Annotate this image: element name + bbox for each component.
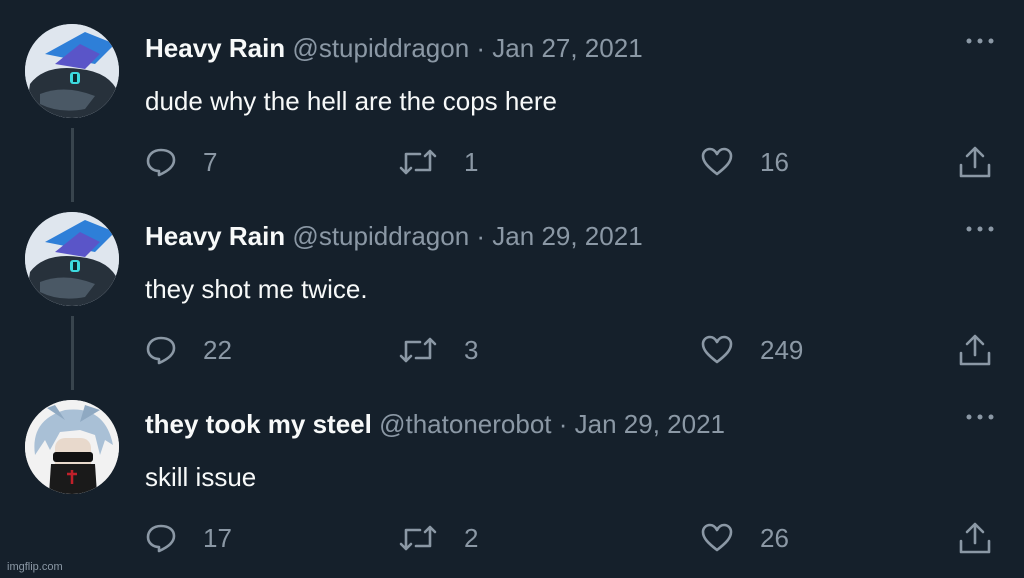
share-icon — [959, 146, 991, 178]
display-name[interactable]: they took my steel — [145, 409, 372, 439]
reply-count: 17 — [203, 523, 232, 553]
reply-icon — [146, 148, 176, 177]
action-bar: 17 2 26 — [0, 518, 1024, 558]
retweet-icon — [399, 525, 437, 551]
reply-button[interactable]: 17 — [145, 518, 232, 558]
more-icon[interactable] — [964, 34, 996, 48]
retweet-count: 2 — [464, 523, 479, 553]
user-handle[interactable]: @thatonerobot — [379, 409, 551, 439]
like-icon — [701, 523, 733, 552]
like-button[interactable]: 26 — [700, 518, 789, 558]
retweet-button[interactable]: 3 — [398, 330, 478, 370]
retweet-count: 3 — [464, 335, 479, 365]
like-icon — [701, 335, 733, 364]
separator-dot: · — [476, 33, 486, 63]
avatar[interactable] — [25, 24, 119, 118]
tweet-text: they shot me twice. — [145, 274, 368, 304]
action-bar: 7 1 16 — [0, 142, 1024, 182]
retweet-icon — [399, 337, 437, 363]
like-count: 16 — [760, 147, 789, 177]
reply-count: 7 — [203, 147, 218, 177]
share-button[interactable] — [957, 142, 993, 182]
tweet-text: skill issue — [145, 462, 257, 492]
masked-character-avatar-icon — [25, 400, 119, 494]
retweet-button[interactable]: 2 — [398, 518, 478, 558]
share-icon — [959, 522, 991, 554]
tweet-header: they took my steel @thatonerobot · Jan 2… — [145, 406, 725, 442]
reply-button[interactable]: 7 — [145, 142, 217, 182]
watermark: imgflip.com — [7, 561, 63, 573]
more-icon[interactable] — [964, 410, 996, 424]
user-handle[interactable]: @stupiddragon — [292, 33, 469, 63]
separator-dot: · — [558, 409, 568, 439]
separator-dot: · — [476, 221, 486, 251]
display-name[interactable]: Heavy Rain — [145, 33, 285, 63]
tweet-date[interactable]: Jan 29, 2021 — [492, 221, 642, 251]
tweet-header: Heavy Rain @stupiddragon · Jan 29, 2021 — [145, 218, 643, 254]
reply-button[interactable]: 22 — [145, 330, 232, 370]
like-icon — [701, 147, 733, 176]
reply-icon — [146, 524, 176, 553]
avatar[interactable] — [25, 212, 119, 306]
retweet-button[interactable]: 1 — [398, 142, 478, 182]
like-button[interactable]: 16 — [700, 142, 789, 182]
like-button[interactable]: 249 — [700, 330, 803, 370]
action-bar: 22 3 249 — [0, 330, 1024, 370]
share-button[interactable] — [957, 330, 993, 370]
retweet-icon — [399, 149, 437, 175]
share-icon — [959, 334, 991, 366]
tweet[interactable]: Heavy Rain @stupiddragon · Jan 27, 2021 … — [0, 0, 1024, 202]
reply-icon — [146, 336, 176, 365]
tweet-date[interactable]: Jan 27, 2021 — [492, 33, 642, 63]
avatar[interactable] — [25, 400, 119, 494]
share-button[interactable] — [957, 518, 993, 558]
reply-count: 22 — [203, 335, 232, 365]
like-count: 249 — [760, 335, 804, 365]
tweet[interactable]: Heavy Rain @stupiddragon · Jan 29, 2021 … — [0, 188, 1024, 390]
tweet-date[interactable]: Jan 29, 2021 — [575, 409, 725, 439]
user-handle[interactable]: @stupiddragon — [292, 221, 469, 251]
like-count: 26 — [760, 523, 789, 553]
retweet-count: 1 — [464, 147, 479, 177]
tweet[interactable]: they took my steel @thatonerobot · Jan 2… — [0, 376, 1024, 564]
tweet-text: dude why the hell are the cops here — [145, 86, 557, 116]
more-icon[interactable] — [964, 222, 996, 236]
tweet-header: Heavy Rain @stupiddragon · Jan 27, 2021 — [145, 30, 643, 66]
dragon-avatar-icon — [25, 212, 119, 306]
display-name[interactable]: Heavy Rain — [145, 221, 285, 251]
dragon-avatar-icon — [25, 24, 119, 118]
